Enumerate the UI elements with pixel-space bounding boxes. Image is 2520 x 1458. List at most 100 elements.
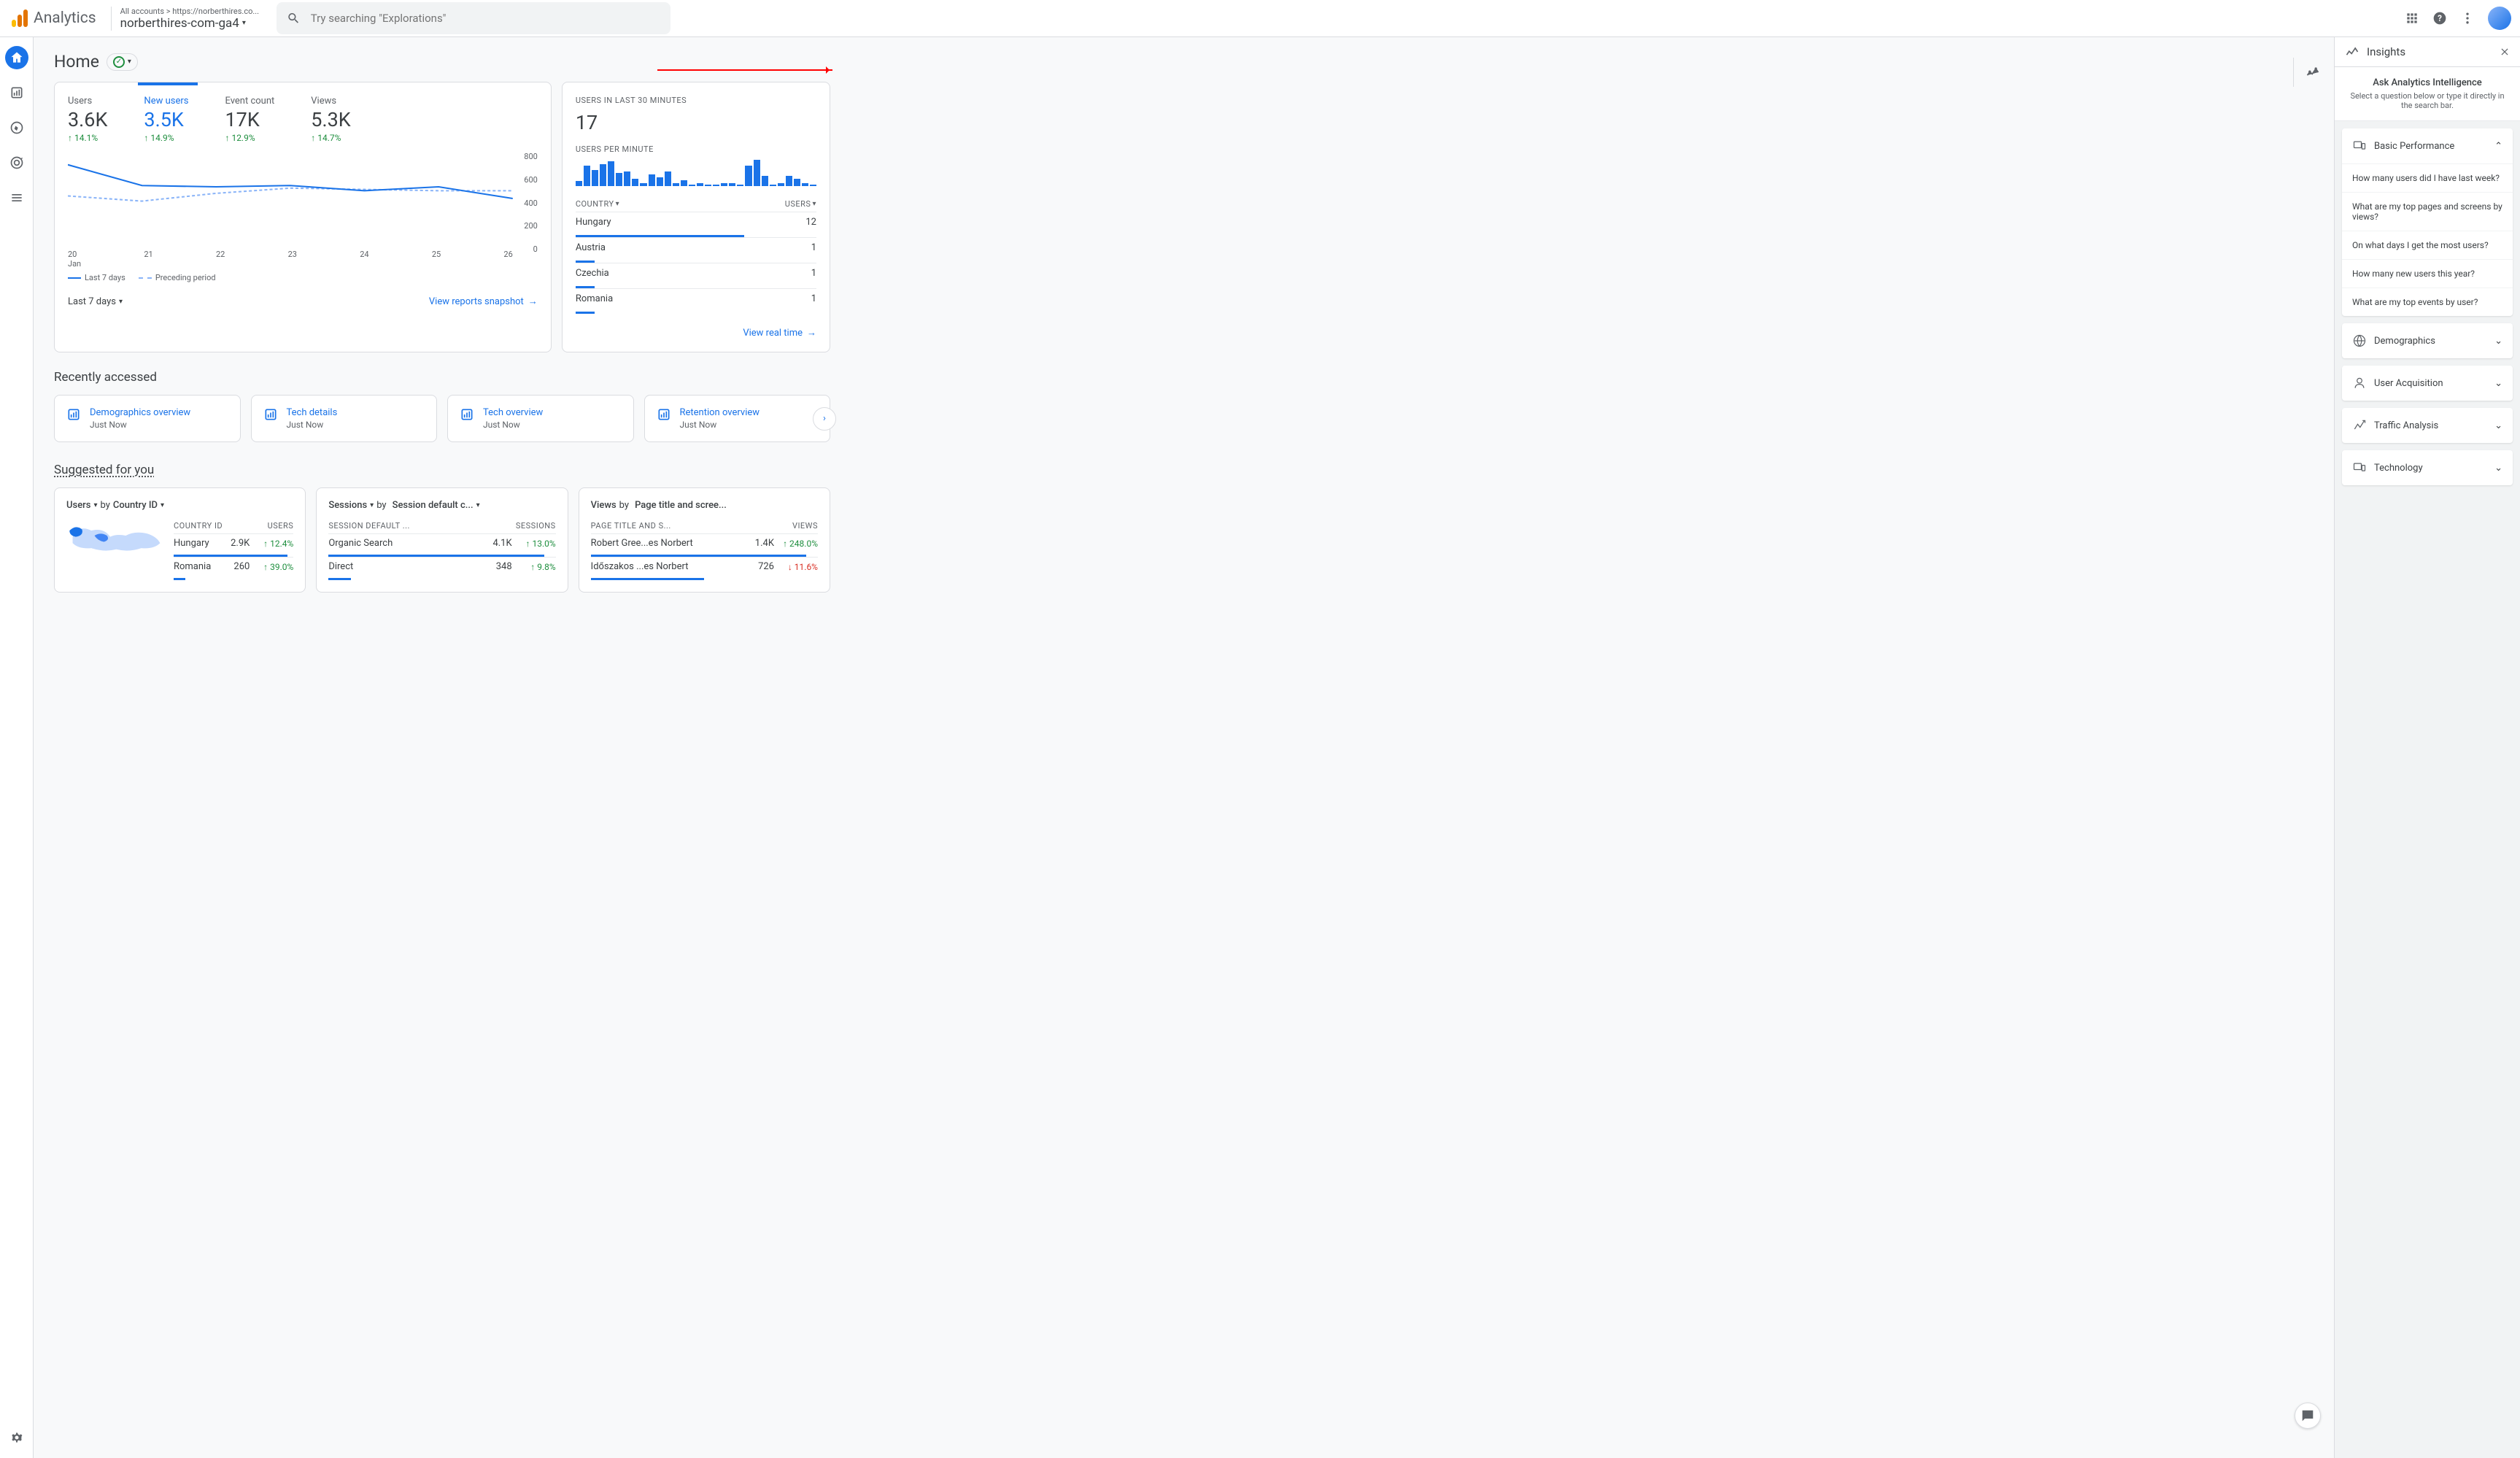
search-icon [287,11,301,26]
recent-tile[interactable]: Demographics overviewJust Now [54,395,241,442]
report-icon [657,407,671,422]
insights-toggle-button[interactable] [2293,58,2322,87]
page-title: Home [54,52,99,72]
insights-panel: Insights Ask Analytics Intelligence Sele… [2334,37,2520,1458]
feedback-icon [2300,1408,2315,1423]
view-reports-link[interactable]: View reports snapshot → [429,296,538,307]
report-icon [460,407,474,422]
category-icon [2352,333,2367,348]
account-breadcrumb: All accounts > https://norberthires.co..… [120,7,259,16]
logo[interactable]: Analytics [9,9,99,27]
chevron-down-icon: ⌄ [2494,336,2502,347]
more-vert-icon[interactable] [2460,11,2475,26]
insights-basic-performance: Basic Performance ⌃ How many users did I… [2342,128,2513,316]
brand-text: Analytics [34,9,96,27]
metric-views[interactable]: Views 5.3K ↑ 14.7% [311,96,350,143]
account-picker[interactable]: All accounts > https://norberthires.co..… [111,7,259,31]
nav-configure[interactable] [5,186,28,209]
suggested-card-channel: Sessions▾ bySession default c...▾ SESSIO… [316,487,568,593]
feedback-button[interactable] [2295,1403,2321,1429]
suggested-title: Suggested for you [54,463,830,477]
insights-title: Insights [2367,45,2492,58]
metric-users[interactable]: Users 3.6K ↑ 14.1% [68,96,107,143]
world-map-thumbnail [66,518,166,569]
insights-question[interactable]: How many users did I have last week? [2342,163,2513,192]
country-row: Czechia1 [576,263,816,283]
insights-category: Demographics⌄ [2342,323,2513,358]
category-icon [2352,460,2367,475]
legend-current: Last 7 days [68,273,125,282]
category-icon [2352,376,2367,390]
insights-icon [2345,45,2359,59]
table-row: Romania260↑ 39.0% [174,557,293,576]
view-realtime-link[interactable]: View real time → [743,327,816,339]
recent-tile[interactable]: Tech detailsJust Now [251,395,438,442]
table-row: Organic Search4.1K↑ 13.0% [328,533,555,552]
chevron-down-icon: ⌄ [2494,420,2502,431]
line-chart: 8006004002000 20Jan212223242526 [68,152,538,269]
report-icon [263,407,278,422]
country-row: Austria1 [576,237,816,258]
chevron-down-icon: ▾ [242,19,246,27]
reports-icon [9,85,24,100]
gear-icon [9,1430,24,1445]
realtime-count: 17 [576,111,816,134]
users-col-header[interactable]: USERS ▾ [785,199,816,209]
recent-tile[interactable]: Tech overviewJust Now [447,395,634,442]
report-icon [66,407,81,422]
search-input[interactable] [311,12,660,25]
insights-category: User Acquisition⌄ [2342,366,2513,401]
nav-admin[interactable] [5,1426,28,1449]
nav-advertising[interactable] [5,151,28,174]
metric-new-users[interactable]: New users 3.5K ↑ 14.9% [144,96,188,143]
chevron-down-icon: ⌄ [2494,463,2502,474]
insights-question[interactable]: What are my top events by user? [2342,288,2513,316]
configure-icon [9,190,24,205]
annotation-arrow [657,69,832,71]
date-range-picker[interactable]: Last 7 days ▾ [68,296,123,307]
suggested-card-country: Users▾ by Country ID▾ COUNTRY IDUSERS Hu… [54,487,306,593]
analytics-logo-icon [12,9,28,27]
tiles-next-button[interactable]: › [813,407,836,431]
recent-tile[interactable]: Retention overviewJust Now [644,395,831,442]
left-nav [0,37,34,1458]
realtime-title: USERS IN LAST 30 MINUTES [576,96,816,105]
legend-previous: Preceding period [139,273,216,282]
nav-reports[interactable] [5,81,28,104]
chevron-down-icon: ▾ [128,58,131,66]
status-pill[interactable]: ✓ ▾ [107,53,138,71]
user-avatar[interactable] [2488,7,2511,30]
target-icon [9,155,24,170]
country-row: Romania1 [576,288,816,309]
home-icon [9,50,24,65]
suggested-card-pages: Views byPage title and scree... PAGE TIT… [579,487,830,593]
insights-category: Traffic Analysis⌄ [2342,408,2513,443]
close-icon[interactable] [2500,47,2510,57]
check-icon: ✓ [113,56,125,68]
insights-question[interactable]: What are my top pages and screens by vie… [2342,192,2513,231]
overview-card: Users 3.6K ↑ 14.1% New users 3.5K ↑ 14.9… [54,82,552,352]
main-content: Home ✓ ▾ Users 3.6K ↑ 14 [34,37,2334,1458]
country-col-header[interactable]: COUNTRY ▾ [576,199,619,209]
nav-home[interactable] [5,46,28,69]
property-name: norberthires-com-ga4 [120,16,239,31]
chevron-down-icon: ⌄ [2494,378,2502,389]
table-row: Direct348↑ 9.8% [328,557,555,576]
recent-title: Recently accessed [54,370,830,385]
insights-question[interactable]: On what days I get the most users? [2342,231,2513,259]
active-tab-indicator [138,82,198,85]
help-icon[interactable]: ? [2432,11,2447,26]
country-row: Hungary12 [576,212,816,232]
insights-question[interactable]: How many new users this year? [2342,259,2513,288]
apps-icon[interactable] [2405,11,2419,26]
app-header: Analytics All accounts > https://norbert… [0,0,2520,37]
realtime-bars [576,160,816,186]
search-bar[interactable] [277,2,670,34]
insights-icon [2306,65,2320,80]
table-row: Hungary2.9K↑ 12.4% [174,533,293,552]
metric-event-count[interactable]: Event count 17K ↑ 12.9% [225,96,274,143]
category-icon [2352,418,2367,433]
nav-explore[interactable] [5,116,28,139]
explore-icon [9,120,24,135]
devices-icon [2352,139,2367,153]
